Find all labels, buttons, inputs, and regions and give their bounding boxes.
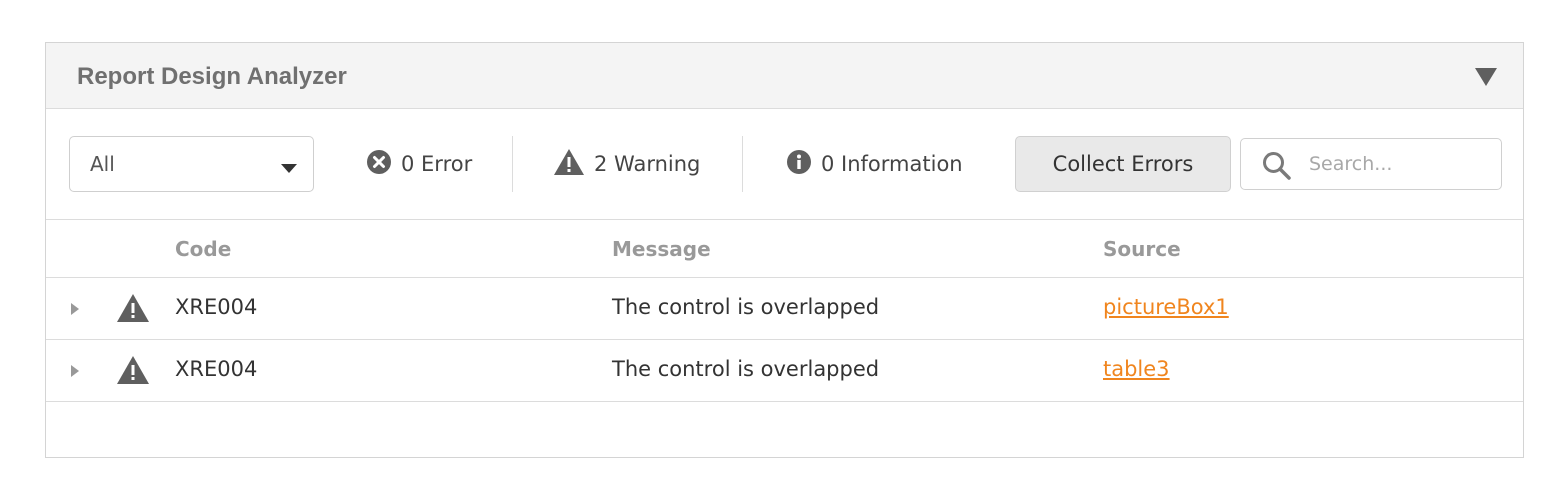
toolbar-divider [512, 136, 513, 192]
search-input[interactable] [1309, 149, 1489, 179]
column-header-code[interactable]: Code [175, 237, 231, 261]
row-source-link[interactable]: pictureBox1 [1103, 295, 1229, 319]
error-count-label: 0 Error [401, 152, 473, 176]
caret-right-icon[interactable] [69, 362, 81, 380]
warning-counter[interactable]: 2 Warning [554, 136, 700, 192]
warning-count-label: 2 Warning [594, 152, 701, 176]
table-header: Code Message Source [46, 220, 1523, 278]
error-counter[interactable]: 0 Error [367, 136, 472, 192]
row-source-link[interactable]: table3 [1103, 357, 1170, 381]
warning-triangle-icon [117, 294, 149, 326]
info-circle-icon [787, 149, 821, 179]
filter-selected-value: All [90, 152, 115, 176]
row-message: The control is overlapped [612, 357, 880, 381]
search-icon [1262, 151, 1292, 185]
error-circle-x-icon [367, 149, 401, 179]
information-count-label: 0 Information [821, 152, 963, 176]
severity-filter-select[interactable]: All [69, 136, 314, 192]
caret-right-icon[interactable] [69, 300, 81, 318]
information-counter[interactable]: 0 Information [787, 136, 963, 192]
table-row[interactable]: XRE004 The control is overlapped picture… [46, 278, 1523, 340]
toolbar-divider [742, 136, 743, 192]
warning-triangle-icon [117, 356, 149, 388]
panel-title: Report Design Analyzer [77, 63, 347, 90]
column-header-message[interactable]: Message [612, 237, 711, 261]
column-header-source[interactable]: Source [1103, 237, 1181, 261]
table-row[interactable]: XRE004 The control is overlapped table3 [46, 340, 1523, 402]
collect-errors-button[interactable]: Collect Errors [1015, 136, 1231, 192]
row-code: XRE004 [175, 295, 258, 319]
report-design-analyzer-panel: Report Design Analyzer All 0 Error 2 War… [45, 42, 1524, 458]
row-message: The control is overlapped [612, 295, 880, 319]
caret-down-icon [281, 159, 297, 178]
search-box [1240, 138, 1502, 190]
row-code: XRE004 [175, 357, 258, 381]
collapse-toggle-icon[interactable] [1475, 67, 1497, 87]
toolbar: All 0 Error 2 Warning 0 Information Coll… [46, 109, 1523, 220]
warning-triangle-icon [554, 148, 594, 180]
panel-header: Report Design Analyzer [46, 43, 1523, 109]
